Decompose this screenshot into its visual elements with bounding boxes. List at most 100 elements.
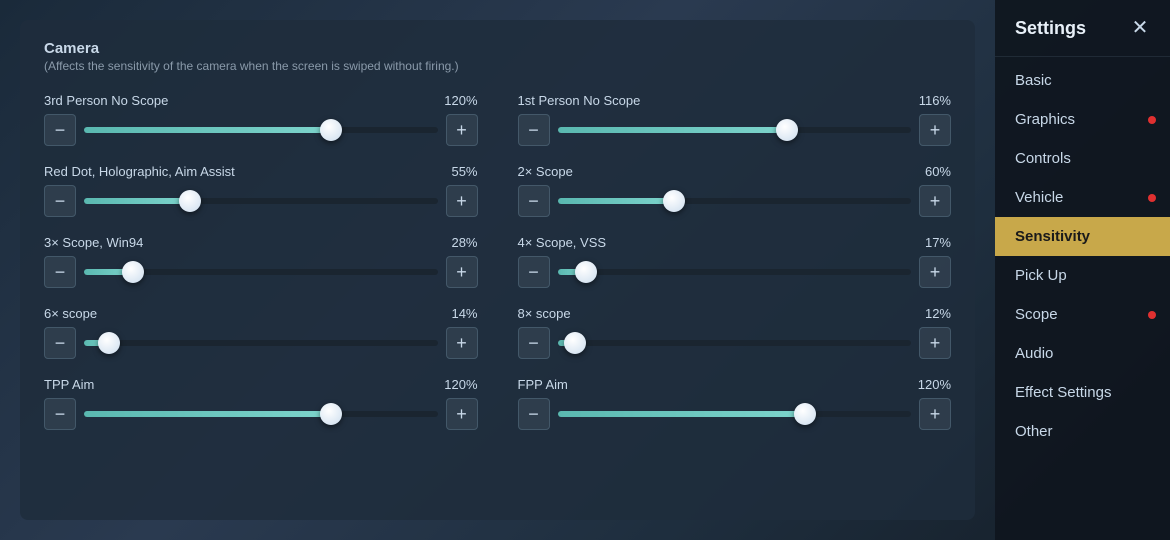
slider-group-6x-scope: 6× scope14%−+ [44, 306, 478, 359]
slider-header-1st-no-scope: 1st Person No Scope 116% [518, 93, 952, 108]
minus-button-6x-scope[interactable]: − [44, 327, 76, 359]
slider-group-3x-scope: 3× Scope, Win9428%−+ [44, 235, 478, 288]
sidebar-item-vehicle[interactable]: Vehicle [995, 178, 1170, 217]
slider-fill-red-dot [84, 198, 190, 204]
slider-group-8x-scope: 8× scope12%−+ [518, 306, 952, 359]
sidebar-item-label-other: Other [1015, 423, 1053, 440]
slider-thumb-red-dot[interactable] [179, 190, 201, 212]
sidebar-item-label-scope: Scope [1015, 306, 1058, 323]
slider-track-container-8x-scope[interactable] [558, 327, 912, 359]
sidebar-title: Settings [1015, 18, 1086, 39]
sidebar-item-audio[interactable]: Audio [995, 334, 1170, 373]
slider-label-2x-scope: 2× Scope [518, 164, 573, 179]
slider-row-3x-scope: −+ [44, 256, 478, 288]
slider-thumb-3x-scope[interactable] [122, 261, 144, 283]
slider-group-red-dot: Red Dot, Holographic, Aim Assist55%−+ [44, 164, 478, 217]
minus-button-tpp-aim[interactable]: − [44, 398, 76, 430]
sliders-grid: 3rd Person No Scope120%−+1st Person No S… [44, 93, 951, 430]
close-icon: ✕ [1132, 18, 1149, 38]
sidebar-item-label-audio: Audio [1015, 345, 1053, 362]
sidebar-nav: Basic Graphics Controls Vehicle Sensitivity P… [995, 57, 1170, 540]
minus-button-1st-no-scope[interactable]: − [518, 114, 550, 146]
plus-button-tpp-aim[interactable]: + [446, 398, 478, 430]
slider-label-1st-no-scope: 1st Person No Scope [518, 93, 641, 108]
slider-row-red-dot: −+ [44, 185, 478, 217]
sidebar-item-controls[interactable]: Controls [995, 139, 1170, 178]
slider-track-container-3x-scope[interactable] [84, 256, 438, 288]
slider-track-container-3rd-no-scope[interactable] [84, 114, 438, 146]
plus-button-1st-no-scope[interactable]: + [919, 114, 951, 146]
plus-button-8x-scope[interactable]: + [919, 327, 951, 359]
slider-label-3x-scope: 3× Scope, Win94 [44, 235, 143, 250]
slider-thumb-1st-no-scope[interactable] [776, 119, 798, 141]
slider-thumb-8x-scope[interactable] [564, 332, 586, 354]
slider-track-container-4x-vss[interactable] [558, 256, 912, 288]
minus-button-3x-scope[interactable]: − [44, 256, 76, 288]
sidebar-item-label-sensitivity: Sensitivity [1015, 228, 1090, 245]
slider-track-container-red-dot[interactable] [84, 185, 438, 217]
slider-track-fpp-aim [558, 411, 912, 417]
plus-button-2x-scope[interactable]: + [919, 185, 951, 217]
minus-button-2x-scope[interactable]: − [518, 185, 550, 217]
slider-header-4x-vss: 4× Scope, VSS17% [518, 235, 952, 250]
slider-thumb-fpp-aim[interactable] [794, 403, 816, 425]
slider-thumb-tpp-aim[interactable] [320, 403, 342, 425]
main-panel: Camera (Affects the sensitivity of the c… [0, 0, 995, 540]
slider-header-tpp-aim: TPP Aim120% [44, 377, 478, 392]
sidebar-item-basic[interactable]: Basic [995, 61, 1170, 100]
sidebar-item-label-vehicle: Vehicle [1015, 189, 1063, 206]
minus-button-fpp-aim[interactable]: − [518, 398, 550, 430]
slider-value-1st-no-scope: 116% [919, 93, 951, 108]
plus-button-6x-scope[interactable]: + [446, 327, 478, 359]
slider-label-8x-scope: 8× scope [518, 306, 571, 321]
sidebar-item-label-effect-settings: Effect Settings [1015, 384, 1111, 401]
slider-label-red-dot: Red Dot, Holographic, Aim Assist [44, 164, 235, 179]
sidebar-item-pickup[interactable]: Pick Up [995, 256, 1170, 295]
slider-row-4x-vss: −+ [518, 256, 952, 288]
slider-fill-fpp-aim [558, 411, 805, 417]
slider-track-container-fpp-aim[interactable] [558, 398, 912, 430]
minus-button-4x-vss[interactable]: − [518, 256, 550, 288]
sidebar-item-label-basic: Basic [1015, 72, 1052, 89]
plus-button-4x-vss[interactable]: + [919, 256, 951, 288]
plus-button-3x-scope[interactable]: + [446, 256, 478, 288]
sidebar-item-label-graphics: Graphics [1015, 111, 1075, 128]
minus-button-red-dot[interactable]: − [44, 185, 76, 217]
slider-thumb-4x-vss[interactable] [575, 261, 597, 283]
slider-value-4x-vss: 17% [925, 235, 951, 250]
slider-group-1st-no-scope: 1st Person No Scope 116% − + [518, 93, 952, 146]
plus-button-fpp-aim[interactable]: + [919, 398, 951, 430]
slider-header-red-dot: Red Dot, Holographic, Aim Assist55% [44, 164, 478, 179]
slider-header-3x-scope: 3× Scope, Win9428% [44, 235, 478, 250]
sidebar-item-sensitivity[interactable]: Sensitivity [995, 217, 1170, 256]
slider-thumb-2x-scope[interactable] [663, 190, 685, 212]
close-button[interactable]: ✕ [1126, 14, 1154, 42]
slider-row-3rd-no-scope: −+ [44, 114, 478, 146]
sidebar-item-effect-settings[interactable]: Effect Settings [995, 373, 1170, 412]
slider-value-fpp-aim: 120% [918, 377, 951, 392]
slider-row-6x-scope: −+ [44, 327, 478, 359]
slider-value-3rd-no-scope: 120% [444, 93, 477, 108]
sidebar-item-label-pickup: Pick Up [1015, 267, 1067, 284]
sidebar-item-scope[interactable]: Scope [995, 295, 1170, 334]
slider-row-2x-scope: −+ [518, 185, 952, 217]
slider-thumb-6x-scope[interactable] [98, 332, 120, 354]
plus-button-red-dot[interactable]: + [446, 185, 478, 217]
slider-track-container-tpp-aim[interactable] [84, 398, 438, 430]
slider-track-container-6x-scope[interactable] [84, 327, 438, 359]
slider-group-tpp-aim: TPP Aim120% − + [44, 377, 478, 430]
plus-button-3rd-no-scope[interactable]: + [446, 114, 478, 146]
slider-track-2x-scope [558, 198, 912, 204]
slider-track-container-1st-no-scope[interactable] [558, 114, 912, 146]
slider-header-3rd-no-scope: 3rd Person No Scope120% [44, 93, 478, 108]
slider-row-8x-scope: −+ [518, 327, 952, 359]
sidebar-item-graphics[interactable]: Graphics [995, 100, 1170, 139]
slider-label-fpp-aim: FPP Aim [518, 377, 568, 392]
nav-dot-scope [1148, 311, 1156, 319]
slider-track-container-2x-scope[interactable] [558, 185, 912, 217]
sidebar-item-other[interactable]: Other [995, 412, 1170, 451]
minus-button-8x-scope[interactable]: − [518, 327, 550, 359]
slider-label-6x-scope: 6× scope [44, 306, 97, 321]
minus-button-3rd-no-scope[interactable]: − [44, 114, 76, 146]
slider-thumb-3rd-no-scope[interactable] [320, 119, 342, 141]
